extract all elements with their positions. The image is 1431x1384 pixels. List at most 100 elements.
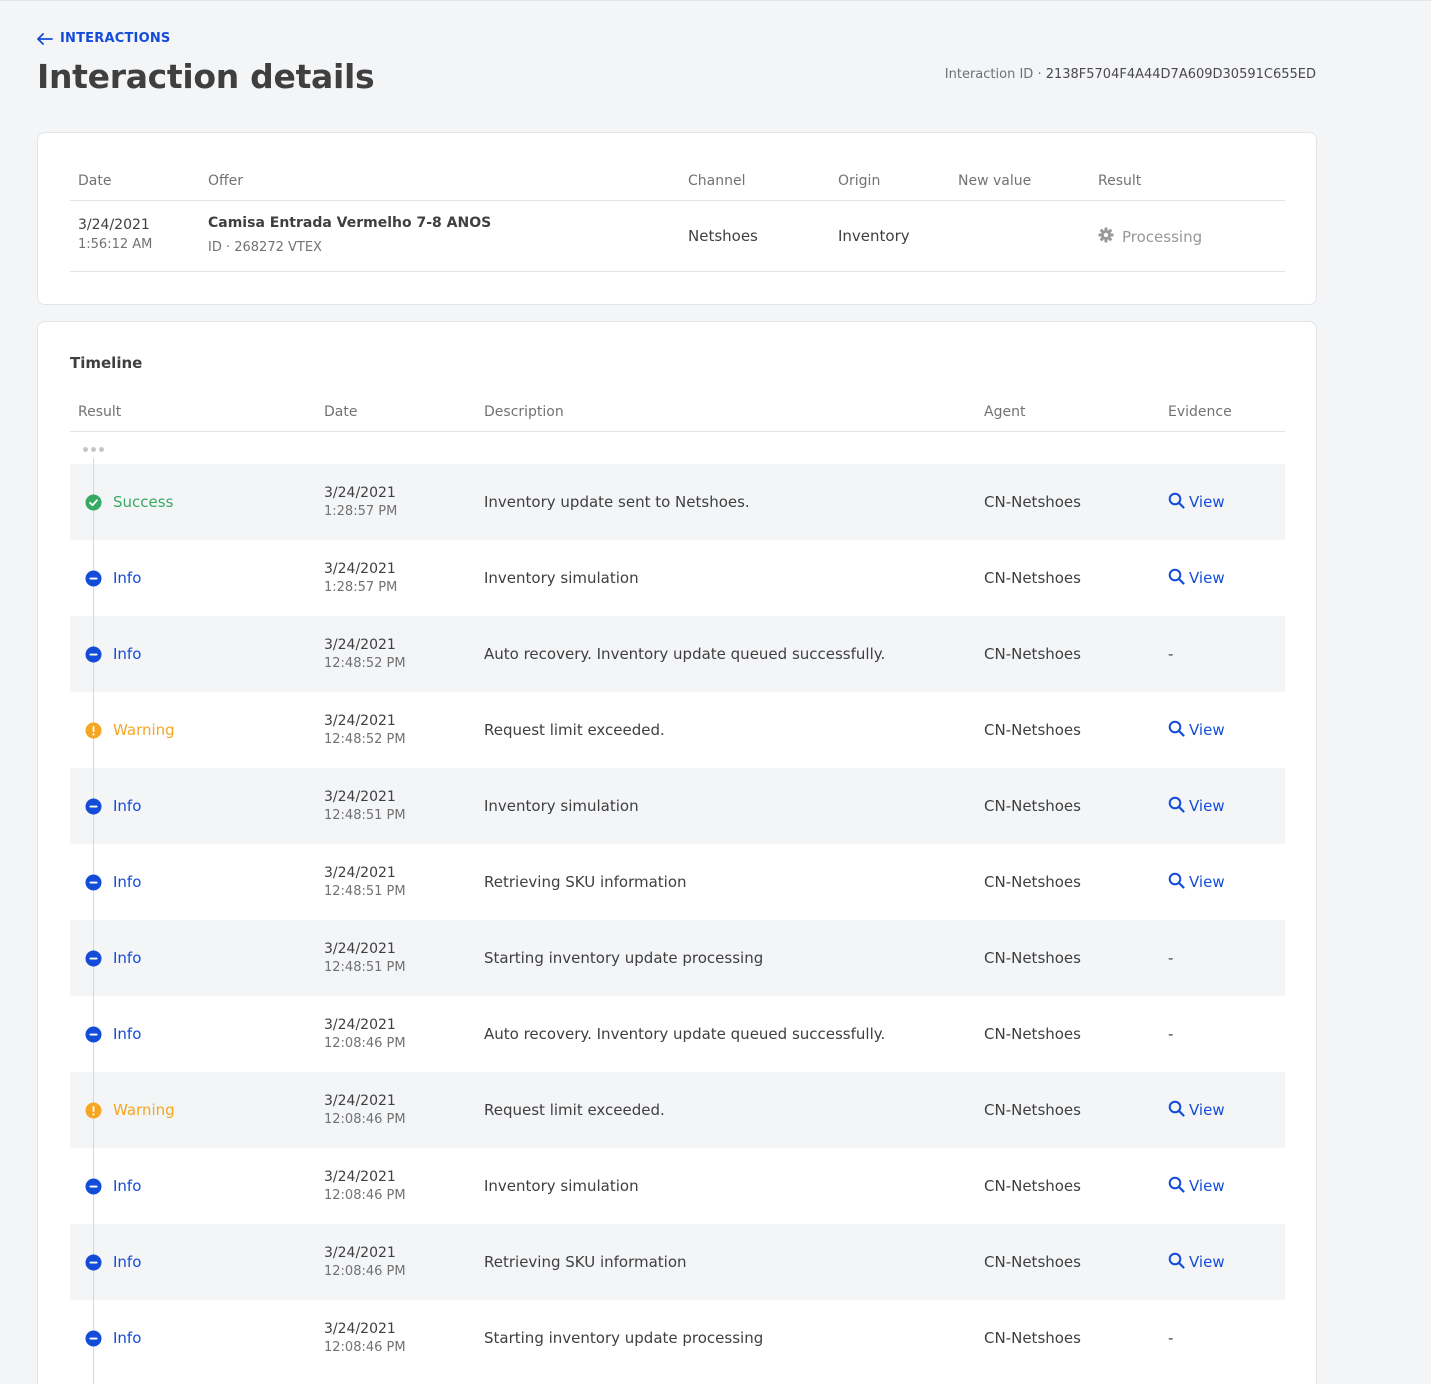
result-label: Info — [113, 1025, 142, 1043]
row-date: 3/24/2021 — [324, 1093, 396, 1109]
date-cell: 3/24/2021 12:48:52 PM — [324, 692, 406, 768]
exclamation-circle-icon — [85, 722, 102, 739]
result-status: Info — [85, 540, 141, 616]
row-time: 12:48:52 PM — [324, 656, 406, 671]
result-status-label: Processing — [1122, 228, 1203, 246]
more-dots-icon[interactable] — [83, 447, 104, 452]
column-header-channel: Channel — [688, 173, 746, 189]
no-evidence: - — [1168, 1329, 1174, 1347]
row-description: Inventory update sent to Netshoes. — [484, 493, 750, 511]
timeline-row: Info 3/24/2021 12:48:51 PM Starting inve… — [70, 920, 1285, 996]
row-time: 12:48:51 PM — [324, 960, 406, 975]
result-status: Info — [85, 1148, 141, 1224]
row-date: 3/24/2021 — [324, 713, 396, 729]
minus-circle-icon — [85, 1178, 102, 1195]
view-evidence-link[interactable]: View — [1168, 692, 1225, 768]
row-description: Starting inventory update processing — [484, 1329, 764, 1347]
row-agent: CN-Netshoes — [984, 721, 1081, 739]
back-to-interactions-link[interactable]: INTERACTIONS — [37, 31, 170, 46]
minus-circle-icon — [85, 646, 102, 663]
result-label: Info — [113, 569, 142, 587]
result-status: Info — [85, 996, 141, 1072]
result-label: Info — [113, 1177, 142, 1195]
view-evidence-link[interactable]: View — [1168, 1224, 1225, 1300]
row-time: 12:08:46 PM — [324, 1112, 406, 1127]
row-description: Request limit exceeded. — [484, 721, 665, 739]
view-evidence-link[interactable]: View — [1168, 540, 1225, 616]
result-label: Warning — [113, 1101, 175, 1119]
view-evidence-link[interactable]: View — [1168, 464, 1225, 540]
result-label: Info — [113, 949, 142, 967]
interaction-id-label: Interaction ID — [944, 67, 1034, 82]
row-date: 3/24/2021 — [324, 561, 396, 577]
offer-name: Camisa Entrada Vermelho 7-8 ANOS — [208, 215, 492, 231]
row-date: 3/24/2021 — [324, 865, 396, 881]
view-evidence-label: View — [1189, 569, 1225, 587]
search-icon — [1168, 1100, 1185, 1121]
result-status: Info — [85, 920, 141, 996]
timeline-row: Info 3/24/2021 12:08:46 PM Retrieving SK… — [70, 1224, 1285, 1300]
result-status: Info — [85, 1224, 141, 1300]
view-evidence-link[interactable]: View — [1168, 768, 1225, 844]
column-header-new-value: New value — [958, 173, 1032, 189]
timeline-row: Success 3/24/2021 1:28:57 PM Inventory u… — [70, 464, 1285, 540]
exclamation-circle-icon — [85, 1102, 102, 1119]
no-evidence: - — [1168, 1025, 1174, 1043]
no-evidence: - — [1168, 949, 1174, 967]
row-date: 3/24/2021 — [324, 637, 396, 653]
minus-circle-icon — [85, 798, 102, 815]
row-date: 3/24/2021 — [324, 485, 396, 501]
row-agent: CN-Netshoes — [984, 1101, 1081, 1119]
date-cell: 3/24/2021 12:48:51 PM — [324, 844, 406, 920]
result-label: Info — [113, 797, 142, 815]
no-evidence: - — [1168, 645, 1174, 663]
date-cell: 3/24/2021 12:08:46 PM — [324, 1148, 406, 1224]
search-icon — [1168, 492, 1185, 513]
row-date: 3/24/2021 — [324, 1321, 396, 1337]
interaction-id: Interaction ID · 2138F5704F4A44D7A609D30… — [945, 67, 1316, 82]
row-description: Auto recovery. Inventory update queued s… — [484, 1025, 886, 1043]
row-description: Starting inventory update processing — [484, 949, 764, 967]
column-header-date: Date — [324, 404, 358, 420]
result-status: Info — [85, 1300, 141, 1376]
row-date: 3/24/2021 — [324, 1017, 396, 1033]
view-evidence-label: View — [1189, 721, 1225, 739]
column-header-agent: Agent — [984, 404, 1026, 420]
timeline-card: Timeline Result Date Description Agent E… — [37, 321, 1317, 1384]
arrow-left-icon — [37, 32, 53, 45]
row-agent: CN-Netshoes — [984, 1177, 1081, 1195]
view-evidence-link[interactable]: View — [1168, 844, 1225, 920]
minus-circle-icon — [85, 570, 102, 587]
date-cell: 3/24/2021 12:48:52 PM — [324, 616, 406, 692]
timeline-table-header: Result Date Description Agent Evidence — [70, 400, 1285, 432]
row-date: 3/24/2021 — [324, 789, 396, 805]
result-label: Info — [113, 645, 142, 663]
result-status: Processing — [1098, 227, 1202, 247]
result-label: Success — [113, 493, 174, 511]
timeline-row: Warning 3/24/2021 12:08:46 PM Request li… — [70, 1072, 1285, 1148]
result-status: Warning — [85, 692, 175, 768]
summary-row: 3/24/2021 1:56:12 AM Camisa Entrada Verm… — [70, 201, 1285, 272]
view-evidence-link[interactable]: View — [1168, 1072, 1225, 1148]
result-label: Info — [113, 1329, 142, 1347]
row-time: 12:08:46 PM — [324, 1264, 406, 1279]
minus-circle-icon — [85, 874, 102, 891]
row-time: 12:48:51 PM — [324, 884, 406, 899]
row-description: Inventory simulation — [484, 569, 639, 587]
row-agent: CN-Netshoes — [984, 797, 1081, 815]
channel-value: Netshoes — [688, 227, 758, 245]
offer-id: ID · 268272 VTEX — [208, 240, 322, 255]
timeline-row: Info 3/24/2021 12:08:46 PM Starting inve… — [70, 1300, 1285, 1376]
row-agent: CN-Netshoes — [984, 1329, 1081, 1347]
date-cell: 3/24/2021 12:08:46 PM — [324, 1072, 406, 1148]
row-date: 3/24/2021 — [324, 1169, 396, 1185]
date-cell: 3/24/2021 1:28:57 PM — [324, 464, 397, 540]
column-header-offer: Offer — [208, 173, 244, 189]
row-date: 3/24/2021 — [324, 941, 396, 957]
result-status: Success — [85, 464, 173, 540]
row-agent: CN-Netshoes — [984, 569, 1081, 587]
row-date: 3/24/2021 — [324, 1245, 396, 1261]
view-evidence-link[interactable]: View — [1168, 1148, 1225, 1224]
date-cell: 3/24/2021 12:48:51 PM — [324, 768, 406, 844]
check-circle-icon — [85, 494, 102, 511]
